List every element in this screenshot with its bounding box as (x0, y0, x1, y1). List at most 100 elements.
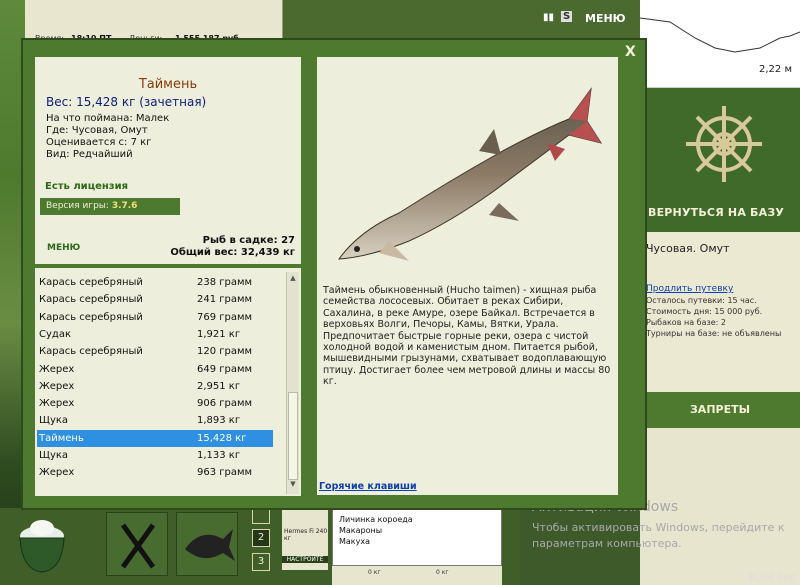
game-version: Версия игры: 3.7.6 (40, 198, 180, 215)
catch-fish-weight: 963 грамм (197, 467, 253, 479)
bait-item[interactable]: Макароны (339, 525, 495, 536)
catch-fish-name: Карась серебряный (39, 346, 143, 358)
catch-details-panel: Таймень Вес: 15,428 кг (зачетная) На что… (35, 57, 301, 264)
slot-3-button[interactable]: 3 (252, 553, 270, 571)
close-button[interactable]: X (625, 44, 636, 60)
location-name: Чусовая. Омут (646, 242, 730, 255)
ship-wheel-icon[interactable] (684, 96, 764, 196)
pot-icon[interactable] (14, 512, 70, 576)
return-to-base-button[interactable]: ВЕРНУТЬСЯ НА БАЗУ (648, 206, 784, 219)
catch-row[interactable]: Жерех 963 грамм (37, 464, 273, 481)
catch-row[interactable]: Жерех 649 грамм (37, 361, 273, 378)
fish-name: Таймень (138, 77, 198, 92)
day-cost: Стоимость дня: 15 000 руб. (646, 307, 763, 316)
depth-profile-line (640, 17, 800, 53)
catch-fish-weight: 906 грамм (197, 398, 253, 410)
status-bar: Время: 18:10 ПТ Деньги: 1 555 187 руб (25, 0, 283, 43)
bait-item[interactable]: Личинка короеда (339, 514, 495, 525)
fish-weight: Вес: 15,428 кг (зачетная) (46, 95, 207, 109)
catch-fish-weight: 2,951 кг (197, 380, 241, 392)
catch-fish-name: Щука (39, 415, 69, 427)
catch-list-scrollbar[interactable]: ▲ ▼ (286, 272, 299, 494)
catch-fish-name: Карась серебряный (39, 277, 143, 288)
keepnet-count: Рыб в садке: 27 (202, 235, 295, 246)
catch-fish-weight: 238 грамм (197, 277, 253, 288)
bait-weight: 0 кг (368, 569, 381, 576)
permit-remaining: Осталось путевки: 15 час. (646, 296, 757, 305)
catch-fish-name: Судак (39, 328, 71, 340)
scroll-up-icon[interactable]: ▲ (287, 274, 299, 286)
catch-row[interactable]: Судак 1,921 кг (37, 326, 273, 343)
depth-value: 2,22 м (759, 64, 792, 75)
catch-fish-weight: 769 грамм (197, 311, 253, 323)
keepnet-weight: Общий вес: 32,439 кг (170, 247, 295, 258)
scroll-thumb[interactable] (288, 392, 298, 480)
version-value: 3.7.6 (111, 201, 138, 211)
rod-setup-button[interactable]: НАСТРОЙТЕ (282, 556, 328, 563)
catch-fish-weight: 120 грамм (197, 346, 253, 358)
catch-row[interactable]: Карась серебряный 769 грамм (37, 309, 273, 326)
fish-rarity: Вид: Редчайший (46, 149, 133, 160)
dialog-menu-button[interactable]: МЕНЮ (47, 243, 80, 253)
catch-row[interactable]: Карась серебряный 120 грамм (37, 343, 273, 360)
food-tile[interactable] (106, 512, 168, 576)
windows-activation-line: параметрам компьютера. (532, 537, 682, 550)
catch-fish-name: Щука (39, 450, 69, 461)
slot-2-button[interactable]: 2 (252, 529, 270, 547)
location-info-panel: Чусовая. Омут Продлить путевку Осталось … (640, 232, 800, 392)
catch-fish-name: Жерех (39, 398, 75, 410)
catch-fish-weight: 649 грамм (197, 363, 253, 375)
catch-fish-weight: 1,893 кг (197, 415, 241, 427)
catch-fish-name: Таймень (39, 432, 84, 444)
fish-guide-tile[interactable] (176, 512, 238, 576)
build-label: Build 960 (748, 573, 796, 584)
catch-fish-weight: 1,133 кг (197, 450, 241, 461)
bait-list[interactable]: Личинка короеда Макароны Макуха (332, 506, 502, 566)
caught-where: Где: Чусовая, Омут (46, 125, 148, 136)
bait-weights: 0 кг 0 кг (332, 566, 502, 585)
license-status: Есть лицензия (45, 181, 129, 192)
taimen-fish-image (337, 87, 603, 261)
bans-button[interactable]: ЗАПРЕТЫ (640, 392, 800, 428)
catch-fish-weight: 1,921 кг (197, 328, 241, 340)
windows-activation-text: Чтобы активировать Windows, перейдите к … (532, 520, 785, 552)
catch-fish-weight: 241 грамм (197, 294, 253, 306)
keepnet-summary: Рыб в садке: 27 Общий вес: 32,439 кг (170, 235, 295, 259)
version-label: Версия игры: (46, 201, 109, 211)
top-menu-button[interactable]: МЕНЮ (585, 12, 626, 25)
catch-row[interactable]: Щука 1,133 кг (37, 447, 273, 464)
catch-row[interactable]: Жерех 2,951 кг (37, 378, 273, 395)
sound-icon[interactable]: S (561, 11, 573, 22)
fish-description: Таймень обыкновенный (Hucho taimen) - хи… (323, 285, 611, 388)
bait-item[interactable]: Макуха (339, 536, 495, 547)
fish-icon (185, 529, 235, 561)
catch-fish-name: Жерех (39, 467, 75, 479)
rod-label: Hermes Fi 240 кг (284, 528, 328, 542)
valued-from: Оценивается с: 7 кг (46, 137, 152, 148)
windows-activation-line: Чтобы активировать Windows, перейдите к (532, 521, 785, 534)
bait-weight: 0 кг (436, 569, 449, 576)
anglers-count: Рыбаков на базе: 2 (646, 318, 726, 327)
catch-fish-name: Карась серебряный (39, 294, 143, 306)
hotkeys-link[interactable]: Горячие клавиши (319, 481, 417, 492)
catch-fish-name: Жерех (39, 363, 75, 375)
catch-fish-weight: 15,428 кг (197, 432, 247, 444)
depth-chart: 2,22 м (640, 0, 800, 88)
scroll-down-icon[interactable]: ▼ (287, 480, 299, 492)
catch-list[interactable]: Карась серебряный 238 грамм Карась серебря… (35, 268, 301, 496)
catch-row[interactable]: Карась серебряный 238 грамм (37, 274, 273, 291)
top-toolbar: ▮▮ S МЕНЮ (283, 0, 640, 40)
catch-row[interactable]: Жерех 906 грамм (37, 395, 273, 412)
pause-icon[interactable]: ▮▮ (543, 12, 554, 23)
rod-tile[interactable]: Hermes Fi 240 кг НАСТРОЙТЕ (282, 508, 328, 570)
catch-row[interactable]: Карась серебряный 241 грамм (37, 291, 273, 308)
caught-on: На что поймана: Малек (46, 113, 170, 124)
catch-fish-name: Карась серебряный (39, 311, 143, 323)
fork-knife-icon (120, 523, 156, 569)
tournaments-info: Турниры на базе: не объявлены (646, 329, 782, 338)
catch-row[interactable]: Таймень 15,428 кг (37, 429, 273, 447)
fish-description-panel: Таймень обыкновенный (Hucho taimen) - хи… (317, 57, 618, 495)
catch-fish-name: Жерех (39, 380, 75, 392)
extend-permit-link[interactable]: Продлить путевку (646, 284, 733, 294)
catch-row[interactable]: Щука 1,893 кг (37, 412, 273, 429)
